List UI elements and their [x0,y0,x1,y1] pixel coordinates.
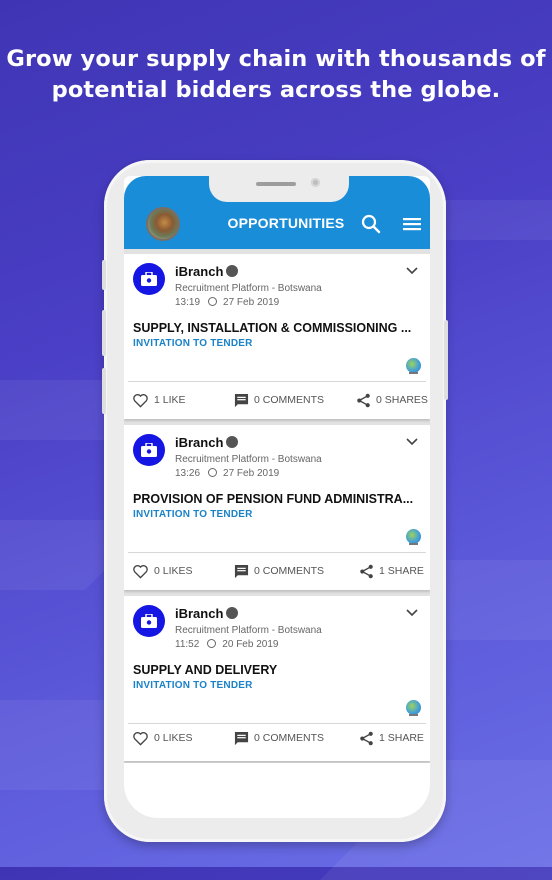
promo-headline: Grow your supply chain with thousands of… [0,44,552,106]
front-camera [311,178,320,187]
author-logo[interactable] [133,434,165,466]
post-actions: 1 LIKE 0 COMMENTS 0 SHARES [124,389,430,411]
like-count: 0 LIKES [154,565,193,577]
post-card[interactable]: iBranch Recruitment Platform - Botswana … [124,425,430,590]
share-icon [360,731,373,745]
search-button[interactable] [359,212,383,236]
post-time: 13:19 [175,297,201,308]
page-title: OPPORTUNITIES [227,215,345,231]
post-title[interactable]: SUPPLY AND DELIVERY [133,663,423,677]
headline-line-1: Grow your supply chain with thousands of [6,46,546,72]
phone-side-button [444,320,448,400]
post-category-tag: INVITATION TO TENDER [133,509,253,520]
post-actions: 0 LIKES 0 COMMENTS 1 SHARE [124,727,430,749]
chevron-down-icon[interactable] [406,266,418,276]
verified-badge-icon [226,265,238,277]
public-globe-icon [208,297,218,306]
share-count: 0 SHARES [376,394,428,406]
author-organization: Recruitment Platform - Botswana [175,283,322,294]
phone-side-button [102,310,106,356]
like-button[interactable]: 0 LIKES [132,727,193,749]
post-date: 27 Feb 2019 [223,297,280,308]
chevron-down-icon[interactable] [406,608,418,618]
post-meta: 13:26 27 Feb 2019 [175,468,279,479]
author-logo[interactable] [133,605,165,637]
verified-badge-icon [226,607,238,619]
globe-icon [406,529,421,544]
post-category-tag: INVITATION TO TENDER [133,680,253,691]
feed-empty-area [124,763,430,818]
share-count: 1 SHARE [379,565,424,577]
divider [128,552,426,553]
post-time: 13:26 [175,468,201,479]
phone-notch [209,176,349,202]
divider [128,723,426,724]
user-avatar[interactable] [146,207,180,241]
share-icon [357,393,370,407]
post-card[interactable]: iBranch Recruitment Platform - Botswana … [124,596,430,761]
globe-icon [406,358,421,373]
author-logo[interactable] [133,263,165,295]
author-name[interactable]: iBranch [175,264,223,279]
like-button[interactable]: 1 LIKE [132,389,186,411]
opportunities-feed: iBranch Recruitment Platform - Botswana … [124,249,430,818]
comment-icon [234,564,249,578]
comment-count: 0 COMMENTS [254,565,325,577]
post-category-tag: INVITATION TO TENDER [133,338,253,349]
search-icon [361,214,381,234]
share-count: 1 SHARE [379,732,424,744]
globe-stand [409,714,418,716]
briefcase-icon [141,272,157,286]
app-bar: OPPORTUNITIES [124,176,430,249]
briefcase-icon [141,443,157,457]
menu-button[interactable] [400,212,424,236]
post-date: 27 Feb 2019 [223,468,280,479]
headline-line-2: potential bidders across the globe. [51,77,501,103]
post-date: 20 Feb 2019 [222,639,279,650]
post-card[interactable]: iBranch Recruitment Platform - Botswana … [124,254,430,419]
heart-icon [133,731,148,746]
author-name[interactable]: iBranch [175,606,223,621]
speaker-grille [256,182,296,186]
public-globe-icon [207,639,217,648]
public-globe-icon [208,468,218,477]
share-icon [360,564,373,578]
comment-icon [234,731,249,745]
share-button[interactable]: 1 SHARE [359,727,424,749]
author-organization: Recruitment Platform - Botswana [175,625,322,636]
share-button[interactable]: 1 SHARE [359,560,424,582]
comment-button[interactable]: 0 COMMENTS [234,389,324,411]
share-button[interactable]: 0 SHARES [356,389,428,411]
briefcase-icon [141,614,157,628]
like-count: 1 LIKE [154,394,186,406]
phone-side-button [102,368,106,414]
phone-screen: OPPORTUNITIES iBranch Recruitment Platfo… [124,176,430,818]
globe-stand [409,372,418,374]
chevron-down-icon[interactable] [406,437,418,447]
like-button[interactable]: 0 LIKES [132,560,193,582]
post-title[interactable]: PROVISION OF PENSION FUND ADMINISTRA... [133,492,423,506]
author-organization: Recruitment Platform - Botswana [175,454,322,465]
phone-mockup: OPPORTUNITIES iBranch Recruitment Platfo… [102,160,448,842]
hamburger-menu-icon [403,218,421,231]
post-meta: 13:19 27 Feb 2019 [175,297,279,308]
verified-badge-icon [226,436,238,448]
divider [128,381,426,382]
heart-icon [133,393,148,408]
comment-count: 0 COMMENTS [254,732,325,744]
post-meta: 11:52 20 Feb 2019 [175,639,278,650]
comment-button[interactable]: 0 COMMENTS [234,560,324,582]
post-title[interactable]: SUPPLY, INSTALLATION & COMMISSIONING ... [133,321,423,335]
author-name[interactable]: iBranch [175,435,223,450]
post-time: 11:52 [175,639,200,650]
globe-stand [409,543,418,545]
heart-icon [133,564,148,579]
comment-button[interactable]: 0 COMMENTS [234,727,324,749]
post-actions: 0 LIKES 0 COMMENTS 1 SHARE [124,560,430,582]
globe-icon [406,700,421,715]
phone-side-button [102,260,106,290]
comment-count: 0 COMMENTS [254,394,325,406]
comment-icon [234,393,249,407]
like-count: 0 LIKES [154,732,193,744]
